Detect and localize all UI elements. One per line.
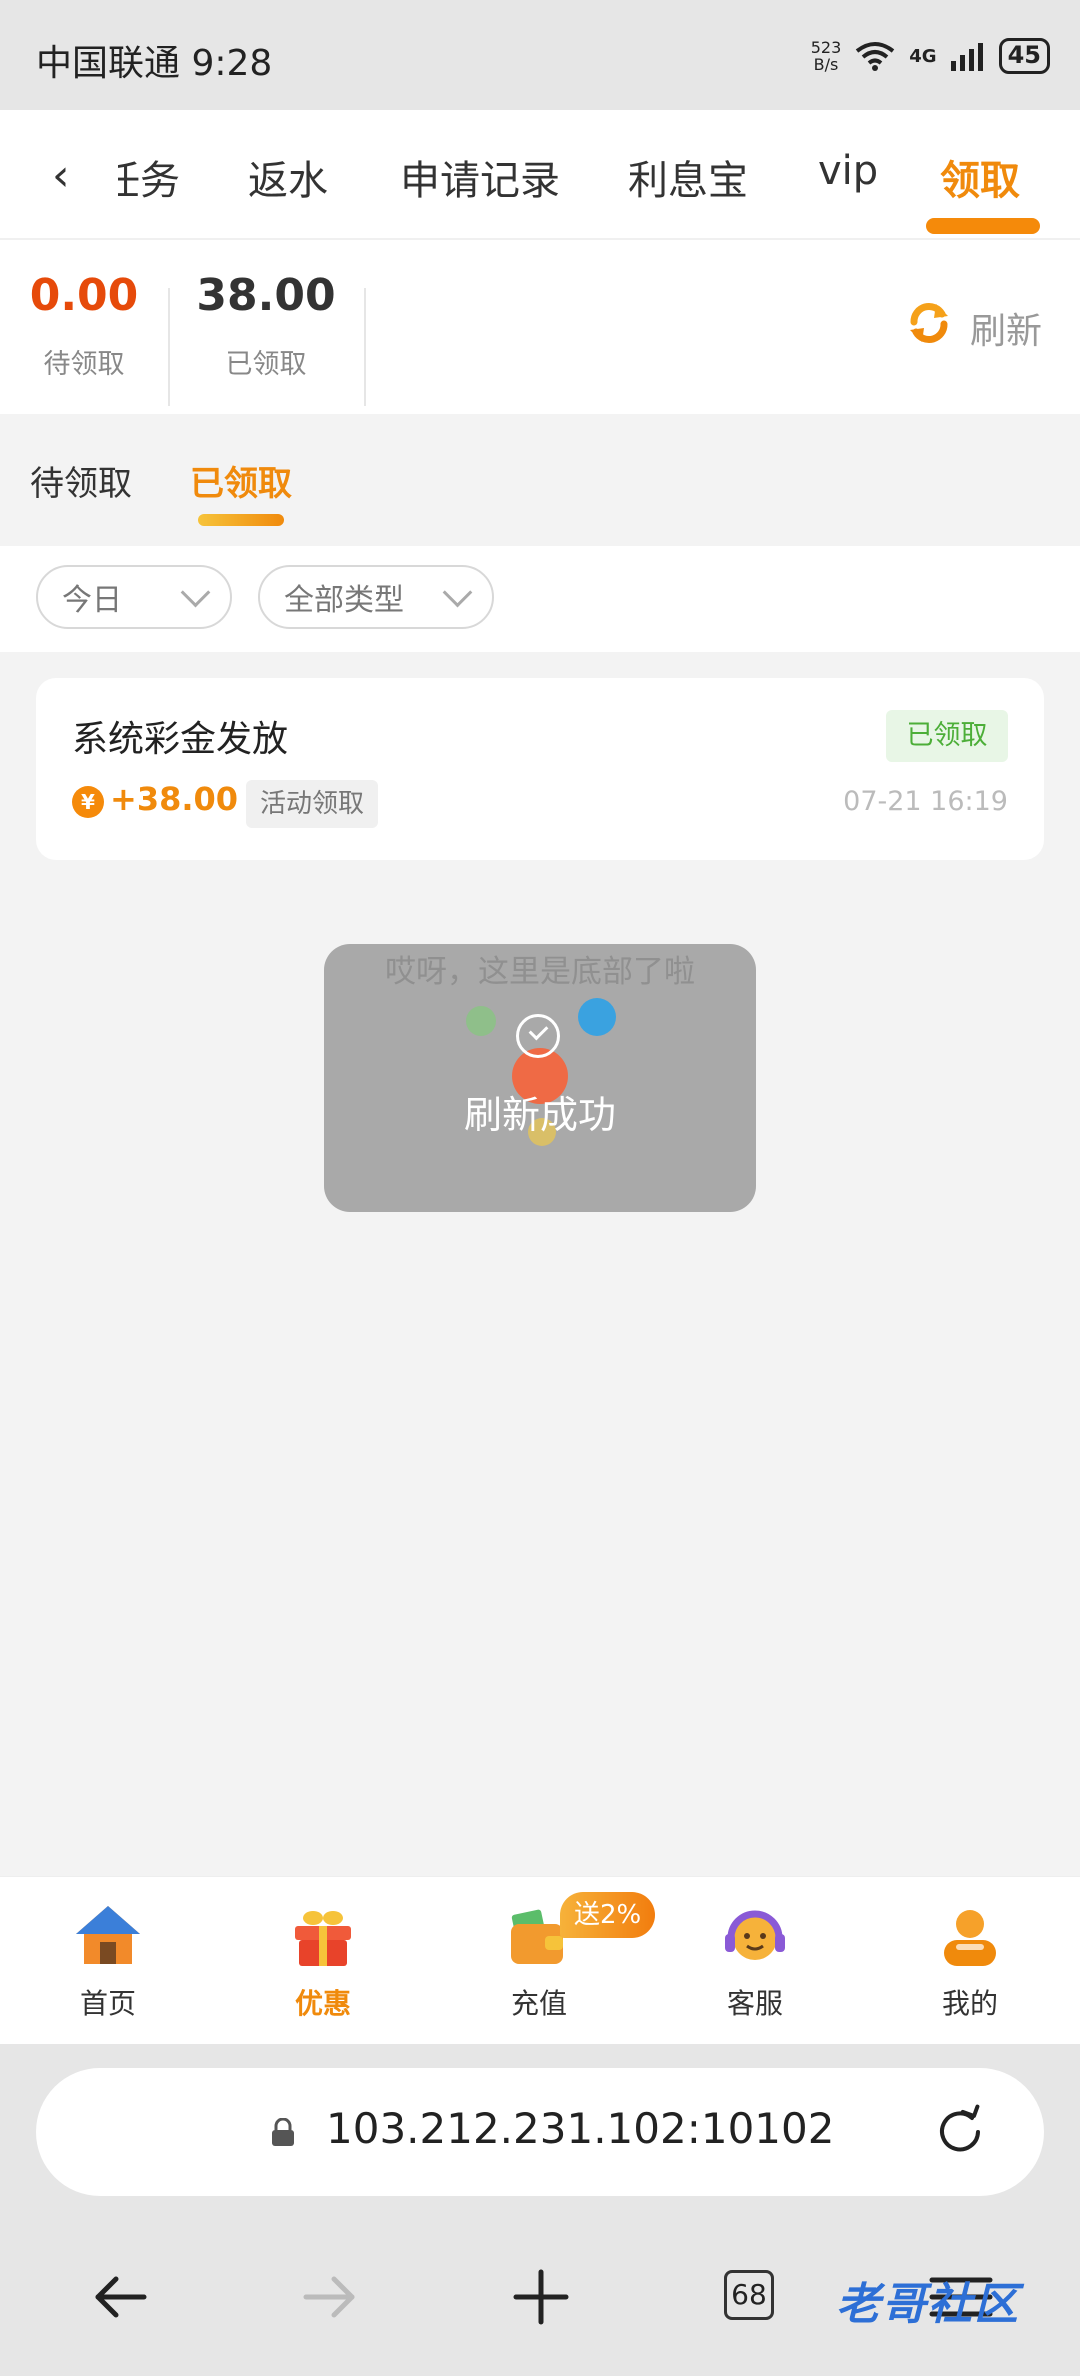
house-icon xyxy=(76,1906,140,1964)
claimed-label: 已领取 xyxy=(225,349,307,380)
nav-label: 优惠 xyxy=(294,1987,351,2020)
pending-label: 待领取 xyxy=(43,349,125,380)
new-tab-plus-icon[interactable] xyxy=(506,2262,576,2332)
nav-label: 首页 xyxy=(79,1987,136,2020)
pending-amount: 0.00 xyxy=(29,270,139,321)
net-speed: 523 B/s xyxy=(811,39,842,73)
url-text[interactable]: 103.212.231.102:10102 xyxy=(326,2104,834,2153)
signal-icon xyxy=(950,43,983,71)
divider xyxy=(168,288,170,406)
nav-label: 充值 xyxy=(510,1987,567,2020)
loading-dot-green xyxy=(466,1006,496,1036)
wifi-icon xyxy=(856,42,895,71)
tab-vip[interactable]: vip xyxy=(818,148,878,194)
headset-icon xyxy=(725,1910,785,1960)
tab-claim[interactable]: 领取 xyxy=(940,148,1020,206)
lock-icon xyxy=(272,2118,294,2146)
coin-icon: ¥ xyxy=(72,786,104,818)
tabs-count-button[interactable]: 68 xyxy=(724,2270,774,2320)
nav-home[interactable]: 首页 xyxy=(38,1900,178,2022)
refresh-icon[interactable] xyxy=(904,298,954,348)
watermark: 老哥社区 xyxy=(836,2279,1020,2330)
tab-application-records[interactable]: 申请记录 xyxy=(400,148,560,206)
net-speed-value: 523 xyxy=(810,38,842,57)
type-filter-value: 全部类型 xyxy=(284,583,404,618)
active-tab-indicator xyxy=(926,218,1040,234)
carrier-time: 中国联通 9:28 xyxy=(36,43,273,84)
check-icon xyxy=(516,1014,560,1058)
profile-icon xyxy=(944,1910,996,1966)
date-filter-dropdown[interactable]: 今日 xyxy=(36,565,232,629)
record-title: 系统彩金发放 xyxy=(72,719,289,760)
toast-message: 刷新成功 xyxy=(463,1093,616,1137)
tab-task[interactable]: 任务 xyxy=(118,148,182,206)
nav-label: 客服 xyxy=(726,1987,783,2020)
subtab-claimed[interactable]: 已领取 xyxy=(190,456,292,505)
date-filter-value: 今日 xyxy=(62,583,122,618)
subtab-bar xyxy=(0,414,1080,546)
gift-icon xyxy=(295,1911,351,1966)
chevron-down-icon xyxy=(180,577,211,607)
divider xyxy=(364,288,366,406)
type-filter-dropdown[interactable]: 全部类型 xyxy=(258,565,494,629)
loading-dot-blue xyxy=(578,998,616,1036)
battery-indicator: 45 xyxy=(998,38,1050,74)
record-amount: +38.00 xyxy=(110,780,239,818)
nav-support[interactable]: 客服 xyxy=(685,1900,825,2022)
tab-rebate[interactable]: 返水 xyxy=(248,148,328,206)
tab-interest-treasure[interactable]: 利息宝 xyxy=(628,148,748,206)
back-arrow-icon[interactable] xyxy=(86,2262,156,2332)
nav-label: 我的 xyxy=(941,1987,998,2020)
refresh-button[interactable]: 刷新 xyxy=(970,302,1042,354)
chevron-down-icon xyxy=(442,577,473,607)
status-badge: 已领取 xyxy=(886,710,1008,762)
record-time: 07-21 16:19 xyxy=(843,786,1008,817)
record-type-tag: 活动领取 xyxy=(246,780,379,828)
nav-profile[interactable]: 我的 xyxy=(900,1900,1040,2022)
back-chevron-icon[interactable]: ‹ xyxy=(52,150,70,201)
reload-icon[interactable] xyxy=(932,2104,988,2160)
tab-label: 任务 xyxy=(118,158,180,204)
status-icons: 523 B/s 4G 45 xyxy=(811,38,1050,74)
claimed-amount: 38.00 xyxy=(196,270,336,321)
promo-badge: 送2% xyxy=(560,1892,656,1938)
net-speed-unit: B/s xyxy=(813,55,839,74)
network-type: 4G xyxy=(909,45,937,67)
forward-arrow-icon[interactable] xyxy=(294,2262,364,2332)
record-card[interactable] xyxy=(36,678,1044,860)
nav-offers[interactable]: 优惠 xyxy=(253,1900,393,2022)
active-subtab-indicator xyxy=(198,514,284,526)
subtab-pending[interactable]: 待领取 xyxy=(30,456,132,505)
